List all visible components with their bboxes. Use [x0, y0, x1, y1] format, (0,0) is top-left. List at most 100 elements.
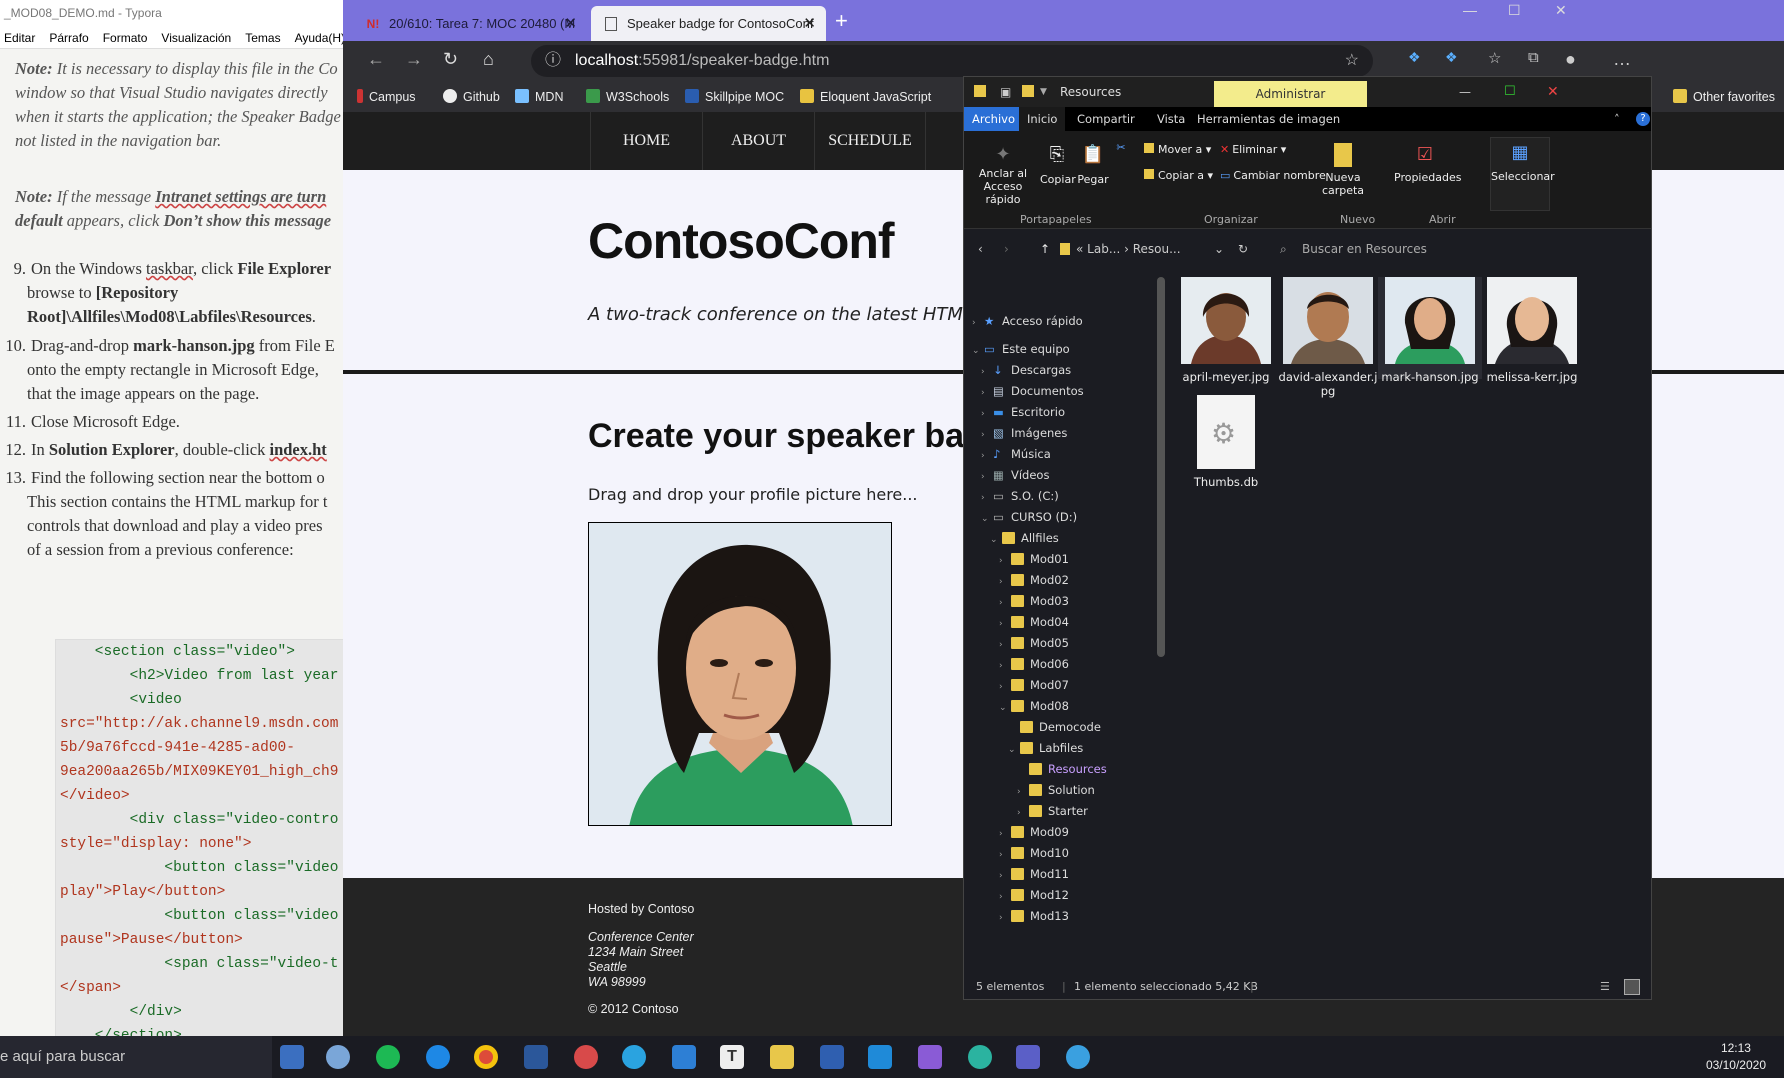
extension-icon[interactable]: ❖	[1445, 49, 1458, 66]
info-icon[interactable]: ⓘ	[545, 45, 561, 77]
forward-icon[interactable]: →	[405, 49, 423, 70]
tab-compartir[interactable]: Compartir	[1069, 107, 1143, 131]
taskbar-search[interactable]: e aquí para buscar	[0, 1036, 272, 1078]
menu-visualizacion[interactable]: Visualización	[161, 27, 231, 48]
cut-icon[interactable]: ✂	[1114, 141, 1128, 154]
tab-inicio[interactable]: Inicio	[1019, 107, 1066, 131]
tab-archivo[interactable]: Archivo	[964, 107, 1023, 131]
visual-studio-icon[interactable]	[918, 1045, 942, 1069]
up-icon[interactable]: ↑	[1040, 231, 1050, 267]
typora-icon[interactable]: T	[720, 1045, 744, 1069]
large-icons-view-icon[interactable]	[1624, 979, 1640, 995]
home-icon[interactable]: ⌂	[483, 49, 494, 70]
nav-home[interactable]: HOME	[590, 112, 702, 170]
file-thumbs-db[interactable]: ⚙ Thumbs.db	[1174, 395, 1278, 489]
file-explorer-icon[interactable]	[770, 1045, 794, 1069]
move-to-button[interactable]: Mover a ▾	[1144, 143, 1224, 156]
details-view-icon[interactable]: ☰	[1600, 973, 1610, 999]
close-icon[interactable]: ✕	[1555, 2, 1567, 19]
chevron-right-icon[interactable]: ›	[999, 906, 1011, 930]
file-david-alexander[interactable]: david-alexander.j pg	[1276, 277, 1380, 398]
dropdown-icon[interactable]: ▼	[1040, 77, 1047, 107]
other-favorites[interactable]: Other favorites	[1673, 82, 1775, 112]
save-app-icon[interactable]	[280, 1045, 304, 1069]
refresh-icon[interactable]: ↻	[443, 49, 458, 70]
new-folder-icon[interactable]	[1022, 85, 1034, 97]
favorites-icon[interactable]: ☆	[1488, 49, 1501, 67]
rename-button[interactable]: ▭ Cambiar nombre	[1220, 169, 1330, 182]
maximize-icon[interactable]: ☐	[1504, 77, 1516, 107]
refresh-icon[interactable]: ↻	[1238, 231, 1248, 267]
back-icon[interactable]: ←	[367, 49, 385, 70]
nav-about[interactable]: ABOUT	[702, 112, 814, 170]
mail-icon[interactable]	[672, 1045, 696, 1069]
new-tab-icon[interactable]: +	[835, 8, 848, 34]
fav-w3schools[interactable]: W3Schools	[586, 82, 669, 112]
scrollbar[interactable]	[1157, 277, 1165, 657]
navigation-pane[interactable]: › ★ Acceso rápido ⌄ ▭ Este equipo › ↓ Descargas ›…	[964, 267, 1157, 973]
tab-speaker-badge[interactable]: Speaker badge for ContosoConf ✕	[591, 6, 826, 41]
profile-icon[interactable]: ●	[1565, 49, 1576, 70]
powershell-icon[interactable]	[820, 1045, 844, 1069]
new-folder-button[interactable]: Nueva carpeta	[1320, 143, 1366, 197]
file-april-meyer[interactable]: april-meyer.jpg	[1174, 277, 1278, 384]
telegram-icon[interactable]	[1066, 1045, 1090, 1069]
close-tab-icon[interactable]: ✕	[564, 6, 577, 41]
fav-eloquent[interactable]: Eloquent JavaScript	[800, 82, 931, 112]
app-icon[interactable]	[574, 1045, 598, 1069]
pin-quick-access-button[interactable]: ✦ Anclar al Acceso rápido	[970, 143, 1036, 206]
help-icon[interactable]: ?	[1636, 112, 1650, 126]
close-tab-icon[interactable]: ✕	[803, 6, 816, 41]
code-block[interactable]: <section class="video"> <h2>Video from l…	[55, 639, 345, 1036]
menu-formato[interactable]: Formato	[103, 27, 148, 48]
chevron-right-icon[interactable]: ›	[972, 311, 984, 335]
tab-herramientas[interactable]: Herramientas de imagen	[1189, 107, 1348, 131]
search-input[interactable]: Buscar en Resources	[1302, 231, 1427, 267]
minimize-icon[interactable]: —	[1459, 77, 1471, 107]
teams-icon[interactable]	[1016, 1045, 1040, 1069]
menu-temas[interactable]: Temas	[245, 27, 280, 48]
edge-icon[interactable]	[968, 1045, 992, 1069]
app-icon[interactable]	[326, 1045, 350, 1069]
breadcrumb-item[interactable]: Resou...	[1133, 242, 1181, 256]
forward-icon[interactable]: ›	[1004, 231, 1009, 267]
internet-explorer-icon[interactable]	[426, 1045, 450, 1069]
delete-button[interactable]: ✕ Eliminar ▾	[1220, 143, 1300, 156]
paste-button[interactable]: 📋 Pegar	[1076, 143, 1110, 186]
manage-tab[interactable]: Administrar	[1214, 81, 1367, 107]
file-mark-hanson[interactable]: mark-hanson.jpg	[1378, 277, 1482, 384]
extension-icon[interactable]: ❖	[1408, 49, 1421, 66]
back-icon[interactable]: ‹	[978, 231, 983, 267]
tree-item[interactable]: › ★ Acceso rápido	[972, 309, 1083, 333]
clock[interactable]: 12:13 03/10/2020	[1706, 1040, 1766, 1074]
fav-github[interactable]: Github	[443, 82, 500, 112]
chrome-icon[interactable]	[474, 1045, 498, 1069]
word-icon[interactable]	[524, 1045, 548, 1069]
nav-schedule[interactable]: SCHEDULE	[814, 112, 926, 170]
close-icon[interactable]: ✕	[1547, 77, 1559, 107]
more-icon[interactable]: …	[1613, 49, 1631, 70]
minimize-icon[interactable]: —	[1463, 2, 1477, 18]
collections-icon[interactable]: ⧉	[1528, 49, 1539, 66]
vscode-icon[interactable]	[868, 1045, 892, 1069]
file-melissa-kerr[interactable]: melissa-kerr.jpg	[1480, 277, 1584, 384]
tab-vista[interactable]: Vista	[1149, 107, 1193, 131]
menu-editar[interactable]: Editar	[4, 27, 35, 48]
menu-ayuda[interactable]: Ayuda(H)	[295, 27, 345, 48]
copy-button[interactable]: ⎘ Copiar	[1040, 143, 1076, 186]
chevron-down-icon[interactable]: ⌄	[1214, 231, 1224, 267]
menu-parrafo[interactable]: Párrafo	[49, 27, 88, 48]
properties-icon[interactable]: ▣	[1000, 77, 1011, 107]
breadcrumb-item[interactable]: Lab...	[1087, 242, 1120, 256]
select-button[interactable]: ▦ Seleccionar	[1490, 137, 1555, 211]
telegram-icon[interactable]	[622, 1045, 646, 1069]
properties-button[interactable]: ☑ Propiedades	[1394, 143, 1461, 184]
profile-drop-zone[interactable]	[588, 522, 892, 826]
collapse-ribbon-icon[interactable]: ˄	[1614, 107, 1620, 131]
fav-campus[interactable]: Campus	[357, 82, 416, 112]
tab-moc[interactable]: N! 20/610: Tarea 7: MOC 20480 (M ✕	[353, 6, 587, 41]
spotify-icon[interactable]	[376, 1045, 400, 1069]
favorite-star-icon[interactable]: ☆	[1345, 45, 1359, 77]
copy-to-button[interactable]: Copiar a ▾	[1144, 169, 1224, 182]
breadcrumb[interactable]: « Lab... › Resou...	[1076, 231, 1181, 267]
